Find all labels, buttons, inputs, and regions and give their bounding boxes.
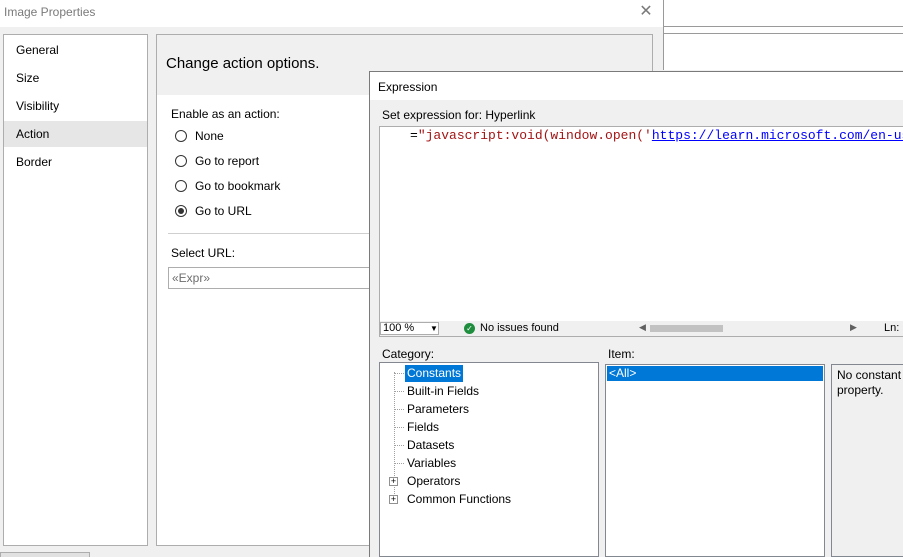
divider xyxy=(168,233,388,234)
item-all[interactable]: <All> xyxy=(607,366,823,381)
chevron-down-icon[interactable]: ▼ xyxy=(430,324,438,333)
help-button[interactable] xyxy=(0,552,90,557)
code-string: "javascript:void(window.open(' xyxy=(417,128,652,143)
tree-item-constants[interactable]: Constants xyxy=(405,365,464,382)
tree-item-built-in-fields[interactable]: Built-in Fields xyxy=(405,383,481,400)
line-number-label: Ln: xyxy=(884,322,900,334)
expression-code[interactable]: ="javascript:void(window.open('https://l… xyxy=(410,128,903,143)
tree-connector xyxy=(395,409,404,410)
tree-item-fields[interactable]: Fields xyxy=(405,419,441,436)
radio-label: Go to report xyxy=(195,154,260,168)
item-label: Item: xyxy=(608,347,635,361)
tree-item-common-functions[interactable]: Common Functions xyxy=(405,491,513,508)
expression-title: Expression xyxy=(378,80,438,94)
nav-item-general[interactable]: General xyxy=(4,37,147,63)
select-url-label: Select URL: xyxy=(171,246,236,260)
expression-editor[interactable] xyxy=(379,126,903,337)
page-title: Change action options. xyxy=(166,55,320,72)
description-text: No constant property. xyxy=(837,368,902,397)
background-window xyxy=(663,0,903,70)
tree-connector xyxy=(395,463,404,464)
radio-circle-checked[interactable] xyxy=(175,205,187,217)
set-expression-label: Set expression for: Hyperlink xyxy=(382,108,536,122)
background-window-divider xyxy=(663,26,903,27)
editor-gutter xyxy=(380,127,392,322)
code-link[interactable]: https://learn.microsoft.com/en-us/ xyxy=(652,128,903,143)
tree-connector xyxy=(395,427,404,428)
radio-circle[interactable] xyxy=(175,155,187,167)
tree-connector xyxy=(395,373,404,374)
image-properties-titlebar[interactable] xyxy=(0,0,663,27)
tree-item-parameters[interactable]: Parameters xyxy=(405,401,471,418)
horizontal-scrollbar-thumb[interactable] xyxy=(650,325,723,332)
nav-item-size[interactable]: Size xyxy=(4,65,147,91)
tree-item-operators[interactable]: Operators xyxy=(405,473,462,490)
check-circle-icon: ✓ xyxy=(464,323,475,334)
scroll-left-icon[interactable]: ◀ xyxy=(639,322,646,333)
code-operator: = xyxy=(410,128,418,143)
radio-label: None xyxy=(195,129,224,143)
expand-icon[interactable]: + xyxy=(389,495,398,504)
radio-label: Go to URL xyxy=(195,204,252,218)
scroll-right-icon[interactable]: ▶ xyxy=(850,322,857,333)
radio-label: Go to bookmark xyxy=(195,179,281,193)
enable-action-label: Enable as an action: xyxy=(171,107,280,121)
item-list xyxy=(605,364,825,557)
radio-circle[interactable] xyxy=(175,180,187,192)
tree-item-variables[interactable]: Variables xyxy=(405,455,458,472)
radio-circle[interactable] xyxy=(175,130,187,142)
category-label: Category: xyxy=(382,347,435,361)
nav-item-visibility[interactable]: Visibility xyxy=(4,93,147,119)
url-input[interactable]: «Expr» xyxy=(168,267,388,289)
expand-icon[interactable]: + xyxy=(389,477,398,486)
nav-item-border[interactable]: Border xyxy=(4,149,147,175)
close-icon[interactable]: ✕ xyxy=(636,2,656,22)
issues-status: No issues found xyxy=(480,322,559,334)
background-window-divider xyxy=(663,33,903,34)
expression-titlebar[interactable] xyxy=(370,72,903,100)
tree-item-datasets[interactable]: Datasets xyxy=(405,437,456,454)
nav-item-action[interactable]: Action xyxy=(4,121,147,147)
properties-nav: General Size Visibility Action Border xyxy=(3,34,148,546)
dialog-title: Image Properties xyxy=(4,5,96,19)
tree-connector xyxy=(395,445,404,446)
background-window-border xyxy=(663,0,664,70)
tree-connector xyxy=(395,391,404,392)
